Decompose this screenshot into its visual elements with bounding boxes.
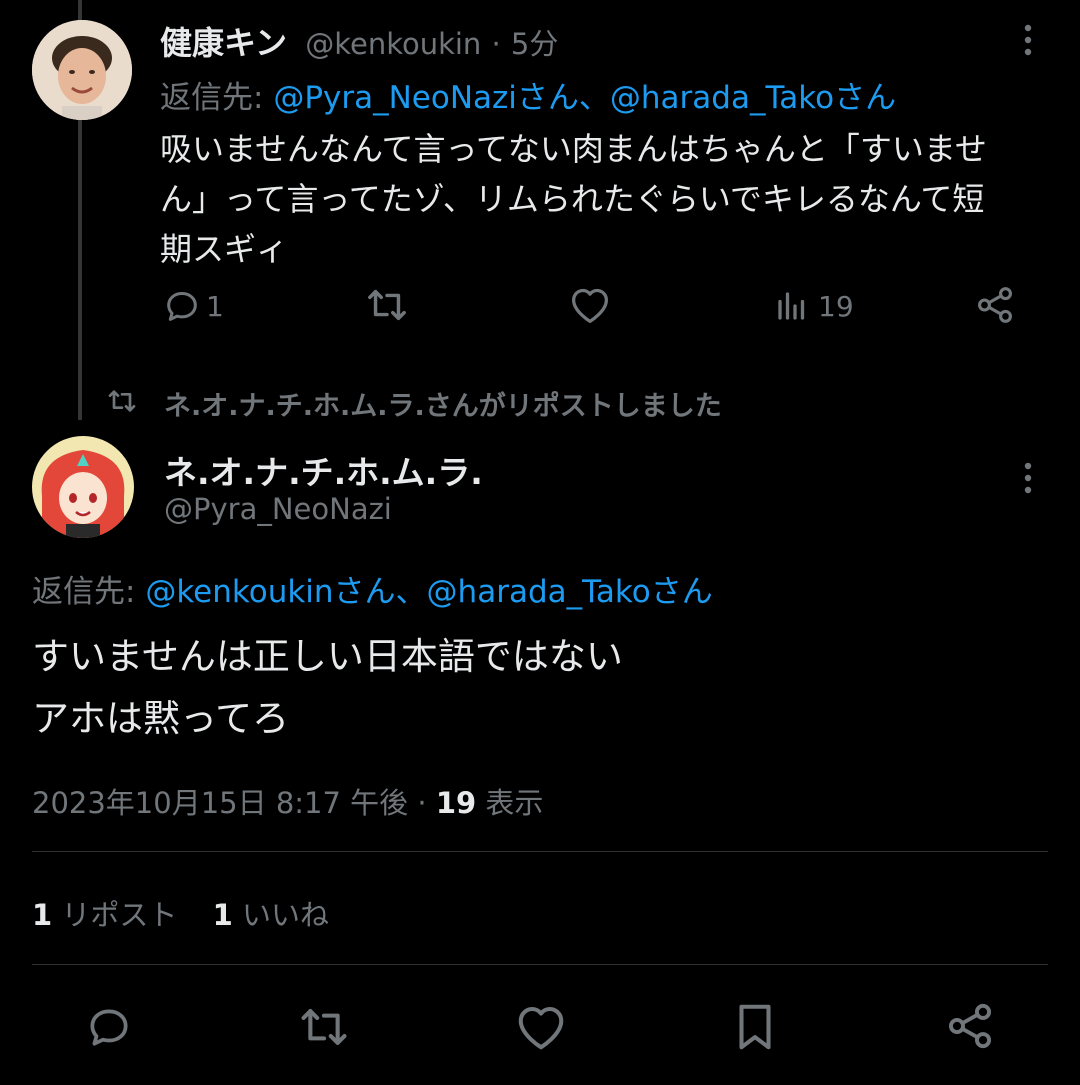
timestamp[interactable]: 2023年10月15日 8:17 午後 [32,786,408,820]
author-name[interactable]: 健康キン [160,24,287,62]
retweet-icon[interactable] [364,284,410,326]
avatar-pyra[interactable] [32,436,134,538]
more-icon[interactable] [1016,460,1040,496]
main-replying-to-prefix: 返信先: [32,574,136,610]
divider [32,964,1048,965]
views-icon [774,288,810,324]
comment-icon[interactable] [84,1002,134,1052]
view-count: 19 [818,289,854,323]
main-author-name[interactable]: ネ.オ.ナ.チ.ホ.ム.ラ. [164,446,483,494]
main-author-handle[interactable]: @Pyra_NeoNazi [164,492,392,526]
author-handle[interactable]: @kenkoukin [305,27,481,61]
like-stat[interactable]: 1 いいね [213,898,329,932]
heart-icon[interactable] [568,285,612,325]
repost-notice[interactable]: ネ.オ.ナ.チ.ホ.ム.ラ.さんがリポストしました [164,384,722,423]
main-replying-to-mentions[interactable]: @kenkoukinさん、@harada_Takoさん [145,574,712,610]
retweet-icon[interactable] [296,1002,352,1052]
repost-label: リポスト [61,898,178,932]
retweet-icon [106,386,138,416]
more-icon[interactable] [1016,22,1040,58]
repost-stat[interactable]: 1 リポスト [32,898,187,932]
views-button[interactable]: 19 [774,288,854,324]
avatar-kenkoukin[interactable] [32,20,132,120]
repost-count: 1 [32,898,53,932]
heart-icon[interactable] [514,1002,568,1052]
bookmark-icon[interactable] [732,1000,778,1054]
main-tweet-text-line: すいませんは正しい日本語ではない [32,635,623,678]
views-label: 表示 [485,786,544,820]
views-count: 19 [435,786,477,820]
reply-action-button[interactable]: 1 [162,286,224,326]
like-label: いいね [242,898,330,932]
divider [32,851,1048,852]
replying-to-prefix: 返信先: [160,80,264,116]
replying-to-mentions[interactable]: @Pyra_NeoNaziさん、@harada_Takoさん [273,80,896,116]
tweet-text-line: ん」って言ってたゾ、リムられたぐらいでキレるなんて短 [160,180,985,218]
time-ago[interactable]: 5分 [511,27,558,61]
like-count: 1 [212,898,233,932]
comment-icon [162,286,202,326]
dot-separator: · [417,786,427,820]
tweet-text-line: 期スギィ [160,230,289,268]
dot-separator: · [491,27,501,61]
share-icon[interactable] [974,284,1016,326]
share-icon[interactable] [944,1000,996,1052]
reply-count: 1 [206,289,224,323]
tweet-text-line: 吸いませんなんて言ってない肉まんはちゃんと「すいませ [160,130,987,168]
main-tweet-text-line: アホは黙ってろ [32,697,290,740]
